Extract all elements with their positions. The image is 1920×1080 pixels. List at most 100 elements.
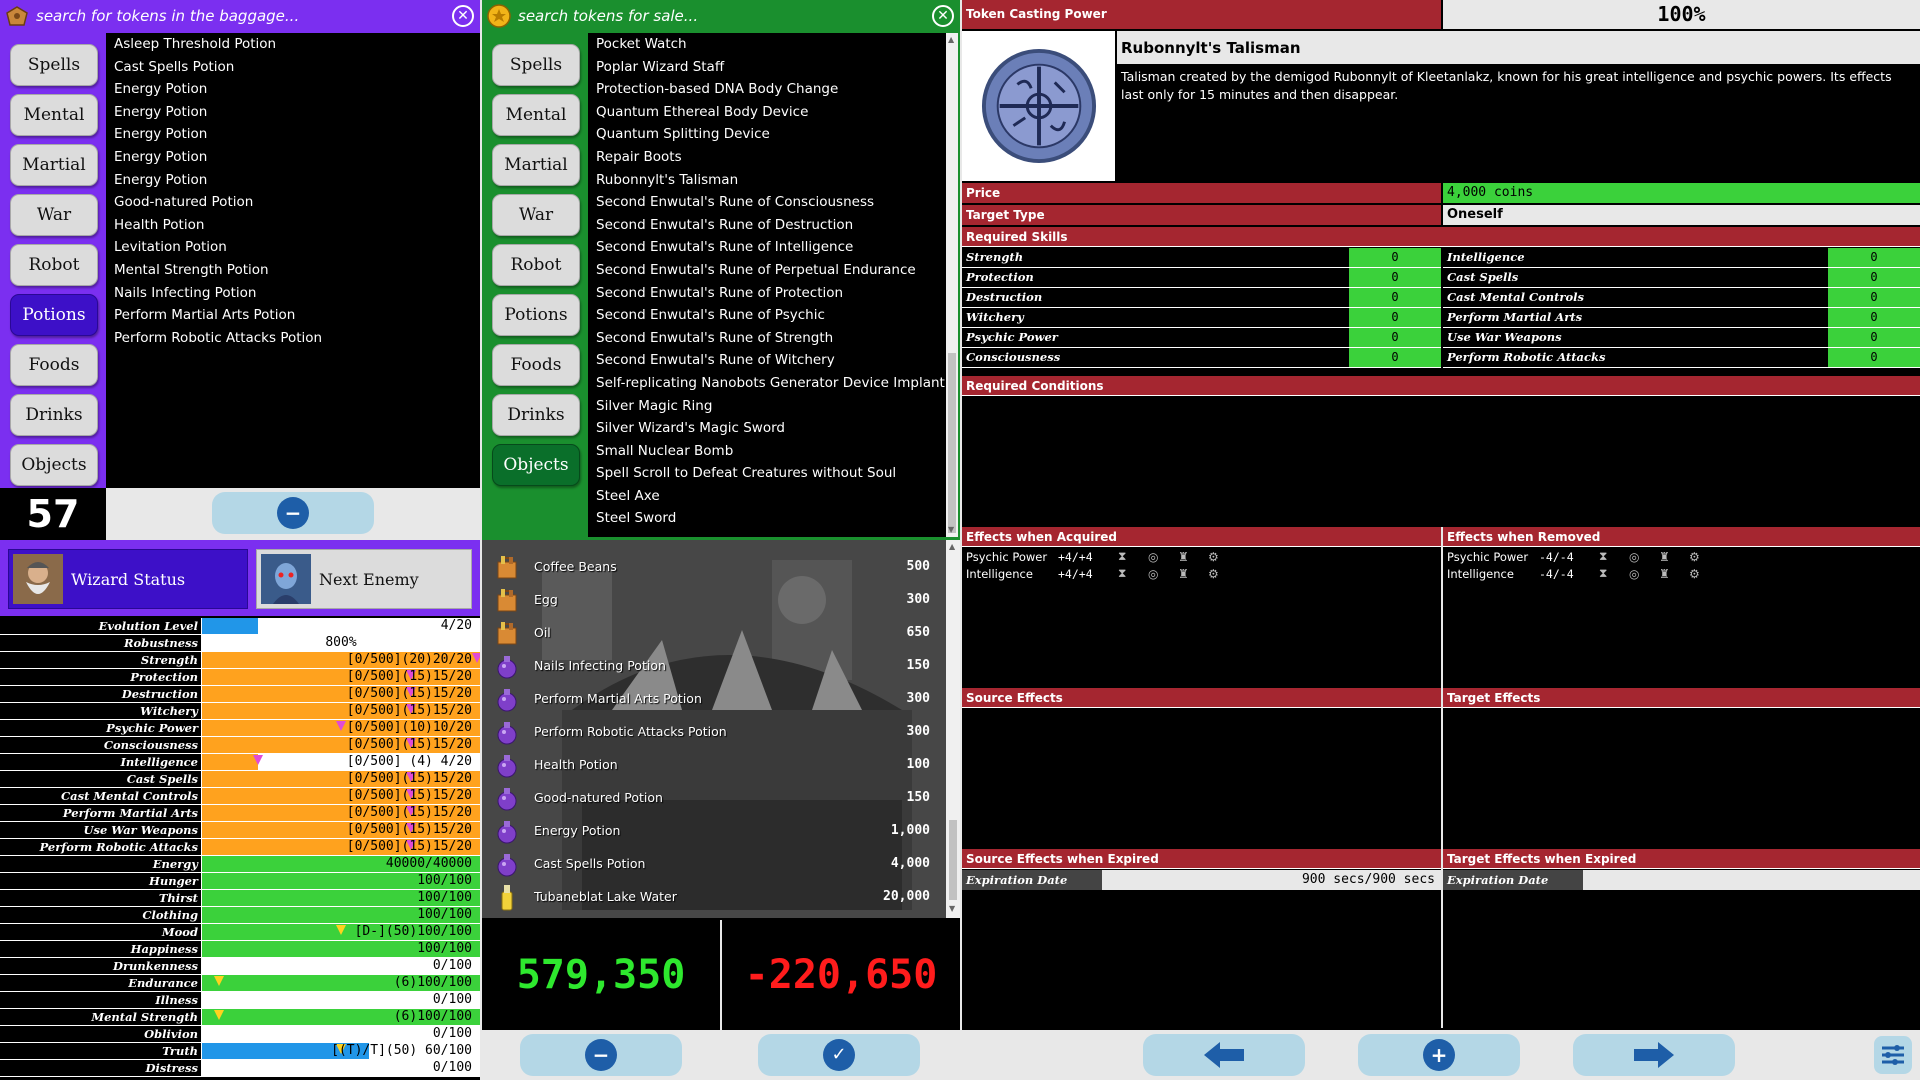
list-item[interactable]: Second Enwutal's Rune of Intelligence	[596, 236, 946, 259]
stat-bar: (6)100/100	[202, 975, 480, 991]
scroll-down-arrow[interactable]: ▼	[948, 525, 954, 534]
list-item[interactable]: Energy Potion	[114, 123, 480, 146]
list-item[interactable]: Quantum Splitting Device	[596, 123, 946, 146]
category-potions-button[interactable]: Potions	[492, 294, 580, 336]
category-objects-button[interactable]: Objects	[10, 444, 98, 486]
list-item[interactable]: Perform Robotic Attacks Potion	[114, 327, 480, 350]
add-token-button[interactable]: +	[1358, 1034, 1520, 1076]
list-item[interactable]: Nails Infecting Potion	[114, 282, 480, 305]
list-item[interactable]: Small Nuclear Bomb	[596, 440, 946, 463]
sale-item[interactable]: Perform Robotic Attacks Potion 300	[482, 715, 946, 748]
scroll-thumb[interactable]	[948, 353, 956, 533]
sale-item[interactable]: Nails Infecting Potion 150	[482, 649, 946, 682]
scroll-down-arrow[interactable]: ▼	[949, 904, 955, 913]
sale-item[interactable]: Cast Spells Potion 4,000	[482, 847, 946, 880]
sale-item[interactable]: Energy Potion 1,000	[482, 814, 946, 847]
list-item[interactable]: Cast Spells Potion	[114, 56, 480, 79]
category-robot-button[interactable]: Robot	[492, 244, 580, 286]
scroll-thumb[interactable]	[949, 820, 957, 900]
list-item[interactable]: Second Enwutal's Rune of Strength	[596, 327, 946, 350]
sale-item-price: 300	[906, 592, 930, 607]
list-item[interactable]: Silver Magic Ring	[596, 395, 946, 418]
category-objects-button[interactable]: Objects	[492, 444, 580, 486]
confirm-purchase-button[interactable]: ✓	[758, 1034, 920, 1076]
list-item[interactable]: Second Enwutal's Rune of Protection	[596, 282, 946, 305]
list-item[interactable]: Health Potion	[114, 214, 480, 237]
list-item[interactable]: Protection-based DNA Body Change	[596, 78, 946, 101]
scroll-up-arrow[interactable]: ▲	[948, 35, 954, 44]
category-drinks-button[interactable]: Drinks	[492, 394, 580, 436]
stat-label: Destruction	[0, 686, 202, 702]
list-item[interactable]: Mental Strength Potion	[114, 259, 480, 282]
stat-value: 0/100	[432, 1026, 472, 1041]
list-item[interactable]: Self-replicating Nanobots Generator Devi…	[596, 372, 946, 395]
list-item[interactable]: Second Enwutal's Rune of Witchery	[596, 349, 946, 372]
previous-token-button[interactable]	[1143, 1034, 1305, 1076]
baggage-search-input[interactable]: search for tokens in the baggage...	[36, 7, 452, 25]
category-war-button[interactable]: War	[10, 194, 98, 236]
list-item[interactable]: Rubonnylt's Talisman	[596, 169, 946, 192]
skill-name: Protection	[962, 268, 1349, 287]
remove-from-baggage-button[interactable]: −	[212, 492, 374, 534]
list-item[interactable]: Quantum Ethereal Body Device	[596, 101, 946, 124]
category-mental-button[interactable]: Mental	[10, 94, 98, 136]
list-item[interactable]: Energy Potion	[114, 169, 480, 192]
close-icon[interactable]: ✕	[932, 4, 954, 27]
list-item[interactable]: Energy Potion	[114, 146, 480, 169]
category-drinks-button[interactable]: Drinks	[10, 394, 98, 436]
cancel-purchase-button[interactable]: −	[520, 1034, 682, 1076]
category-foods-button[interactable]: Foods	[492, 344, 580, 386]
category-martial-button[interactable]: Martial	[10, 144, 98, 186]
sale-item[interactable]: Good-natured Potion 150	[482, 781, 946, 814]
list-item[interactable]: Perform Martial Arts Potion	[114, 304, 480, 327]
sale-item[interactable]: Oil 650	[482, 616, 946, 649]
potion-icon	[492, 750, 522, 780]
list-item[interactable]: Second Enwutal's Rune of Destruction	[596, 214, 946, 237]
category-robot-button[interactable]: Robot	[10, 244, 98, 286]
sale-item-price: 300	[906, 691, 930, 706]
tab-wizard-status[interactable]: Wizard Status	[8, 549, 248, 609]
list-item[interactable]: Spell Scroll to Defeat Creatures without…	[596, 462, 946, 485]
list-item[interactable]: Good-natured Potion	[114, 191, 480, 214]
sale-item[interactable]: Egg 300	[482, 583, 946, 616]
list-item[interactable]: Levitation Potion	[114, 236, 480, 259]
sale-list-scrollbar[interactable]: ▲ ▼	[946, 540, 960, 918]
category-martial-button[interactable]: Martial	[492, 144, 580, 186]
list-item[interactable]: Pocket Watch	[596, 33, 946, 56]
category-spells-button[interactable]: Spells	[492, 44, 580, 86]
category-war-button[interactable]: War	[492, 194, 580, 236]
expiration-value-right	[1583, 870, 1920, 890]
list-item[interactable]: Steel Axe	[596, 485, 946, 508]
shop-search-input[interactable]: search tokens for sale...	[518, 7, 932, 25]
tab-wizard-label: Wizard Status	[71, 569, 186, 589]
sale-item[interactable]: Tubaneblat Lake Water 20,000	[482, 880, 946, 913]
stat-bar-fill	[202, 618, 258, 634]
effect-name: Psychic Power	[1447, 549, 1529, 564]
list-item[interactable]: Second Enwutal's Rune of Psychic	[596, 304, 946, 327]
list-item[interactable]: Asleep Threshold Potion	[114, 33, 480, 56]
list-item[interactable]: Second Enwutal's Rune of Perpetual Endur…	[596, 259, 946, 282]
sale-item[interactable]: Perform Martial Arts Potion 300	[482, 682, 946, 715]
category-mental-button[interactable]: Mental	[492, 94, 580, 136]
scroll-up-arrow[interactable]: ▲	[949, 542, 955, 551]
sale-item[interactable]: Coffee Beans 500	[482, 550, 946, 583]
category-spells-button[interactable]: Spells	[10, 44, 98, 86]
close-icon[interactable]: ✕	[452, 4, 474, 27]
list-item[interactable]: Poplar Wizard Staff	[596, 56, 946, 79]
category-potions-button[interactable]: Potions	[10, 294, 98, 336]
shop-list-scrollbar[interactable]: ▲ ▼	[946, 33, 958, 537]
list-item[interactable]: Second Enwutal's Rune of Consciousness	[596, 191, 946, 214]
tab-next-enemy[interactable]: Next Enemy	[256, 549, 472, 609]
baggage-search-bar[interactable]: search for tokens in the baggage... ✕	[0, 0, 480, 31]
sale-item[interactable]: Health Potion 100	[482, 748, 946, 781]
next-token-button[interactable]	[1573, 1034, 1735, 1076]
stat-row-clothing: Clothing 100/100	[0, 907, 480, 924]
category-foods-button[interactable]: Foods	[10, 344, 98, 386]
settings-button[interactable]	[1874, 1036, 1912, 1074]
list-item[interactable]: Energy Potion	[114, 101, 480, 124]
list-item[interactable]: Silver Wizard's Magic Sword	[596, 417, 946, 440]
list-item[interactable]: Steel Sword	[596, 507, 946, 530]
list-item[interactable]: Energy Potion	[114, 78, 480, 101]
list-item[interactable]: Repair Boots	[596, 146, 946, 169]
shop-search-bar[interactable]: search tokens for sale... ✕	[482, 0, 960, 31]
